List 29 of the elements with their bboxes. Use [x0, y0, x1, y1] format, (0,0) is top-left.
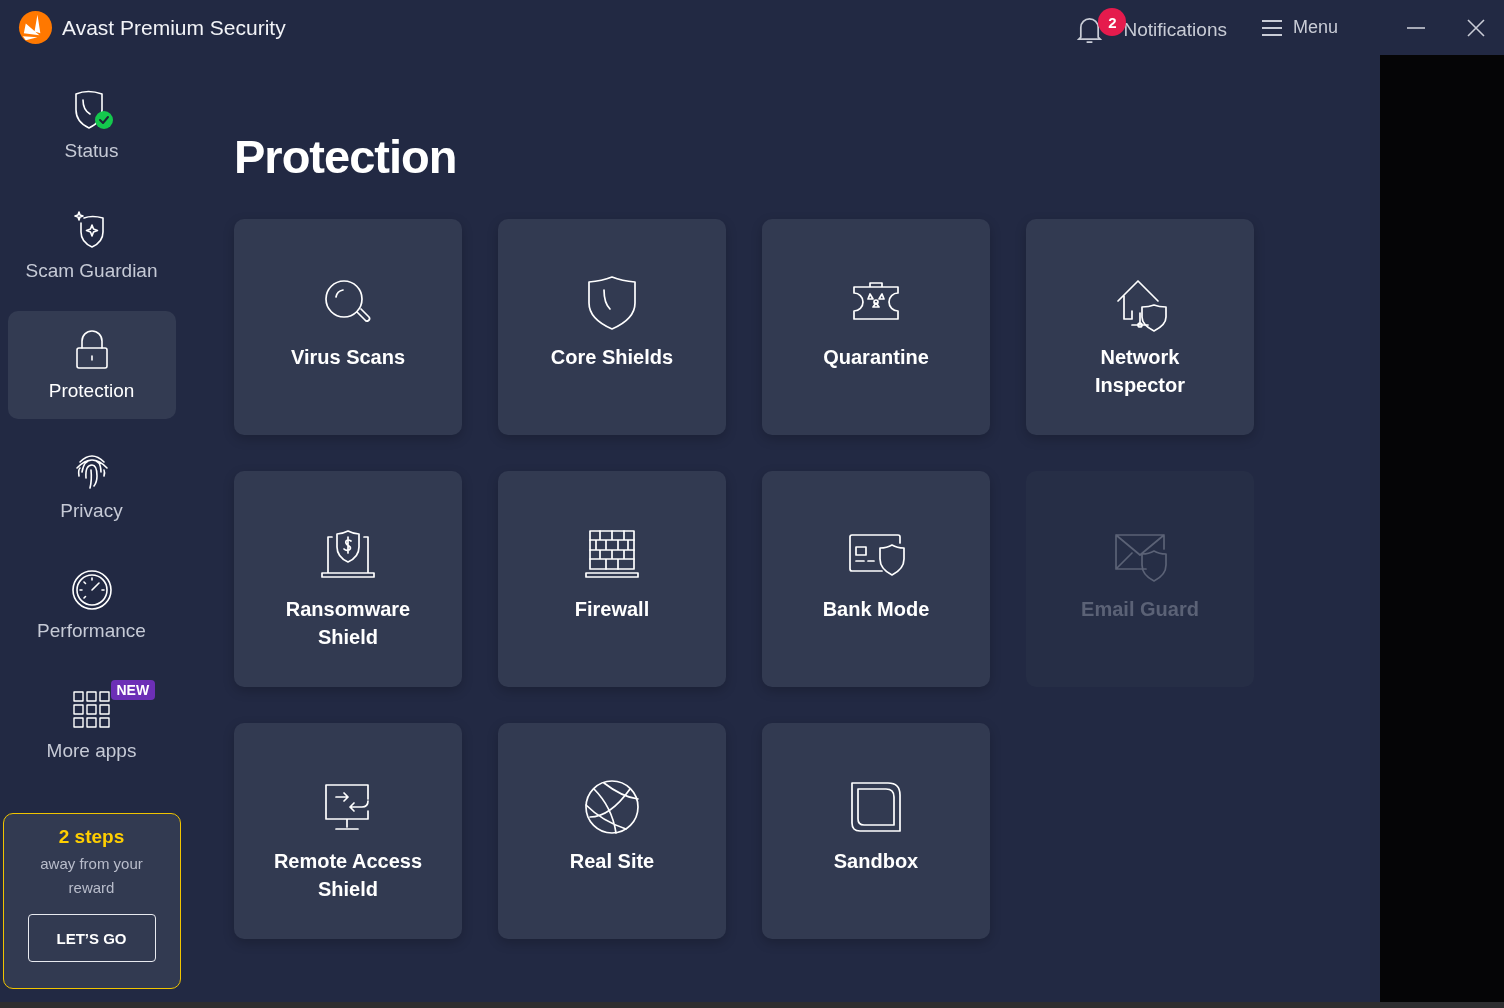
- menu-button[interactable]: Menu: [1260, 17, 1338, 38]
- sidebar-item[interactable]: Performance: [7, 551, 176, 659]
- feature-tile[interactable]: Sandbox: [762, 723, 990, 939]
- sidebar-item[interactable]: NEW More apps: [7, 671, 176, 779]
- reward-headline: 2 steps: [58, 826, 125, 848]
- feature-tile[interactable]: Real Site: [498, 723, 726, 939]
- feature-tile[interactable]: Network Inspector: [1026, 219, 1254, 435]
- sidebar-item[interactable]: Privacy: [7, 431, 176, 539]
- speedometer-icon: [69, 568, 114, 612]
- feature-tile[interactable]: Virus Scans: [234, 219, 462, 435]
- lets-go-button[interactable]: LET’S GO: [27, 914, 156, 962]
- page-title: Protection: [234, 129, 458, 185]
- sidebar-item[interactable]: Status: [7, 71, 176, 179]
- close-icon[interactable]: [1466, 17, 1486, 38]
- feature-tile[interactable]: Core Shields: [498, 219, 726, 435]
- new-badge: NEW: [110, 680, 156, 700]
- sidebar-item[interactable]: Scam Guardian: [7, 191, 176, 299]
- reward-text: away from your reward: [39, 854, 144, 898]
- menu-icon: [1260, 18, 1283, 37]
- avast-logo-icon: [18, 10, 53, 45]
- window-title: Avast Premium Security: [62, 15, 286, 40]
- feature-tile[interactable]: Remote Access Shield: [234, 723, 462, 939]
- globe-icon: [582, 777, 642, 837]
- notifications-button[interactable]: 2 Notifications: [1076, 8, 1227, 47]
- feature-tile[interactable]: Firewall: [498, 471, 726, 687]
- feature-tile[interactable]: Bank Mode: [762, 471, 990, 687]
- sidebar-item[interactable]: Protection: [7, 311, 176, 419]
- feature-tile[interactable]: Quarantine: [762, 219, 990, 435]
- feature-tile[interactable]: Ransomware Shield: [234, 471, 462, 687]
